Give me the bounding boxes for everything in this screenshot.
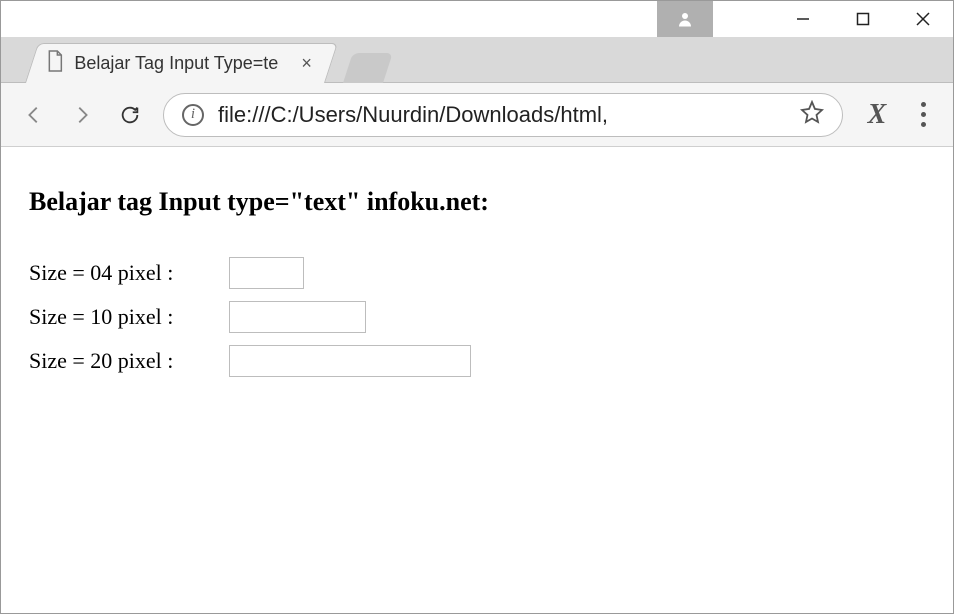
reload-button[interactable] [115,100,145,130]
new-tab-button[interactable] [343,53,393,83]
bookmark-button[interactable] [800,100,824,129]
dot-icon [921,102,926,107]
minimize-button[interactable] [773,1,833,37]
form-row: Size = 10 pixel : [29,301,925,333]
form-row: Size = 04 pixel : [29,257,925,289]
field-label: Size = 20 pixel : [29,348,229,374]
tab-strip: Belajar Tag Input Type=te × [1,37,953,83]
arrow-right-icon [71,104,93,126]
close-window-button[interactable] [893,1,953,37]
field-label: Size = 04 pixel : [29,260,229,286]
back-button[interactable] [19,100,49,130]
field-label: Size = 10 pixel : [29,304,229,330]
maximize-button[interactable] [833,1,893,37]
text-input-size-10[interactable] [229,301,366,333]
text-input-size-4[interactable] [229,257,304,289]
browser-window: Belajar Tag Input Type=te × i file:///C:… [0,0,954,614]
forward-button[interactable] [67,100,97,130]
extension-button[interactable]: X [861,99,893,131]
page-heading: Belajar tag Input type="text" infoku.net… [29,187,925,217]
browser-tab[interactable]: Belajar Tag Input Type=te × [25,43,338,83]
star-icon [800,100,824,124]
user-profile-button[interactable] [657,1,713,37]
document-icon [46,50,64,72]
window-titlebar [1,1,953,37]
tab-title: Belajar Tag Input Type=te [74,53,278,74]
site-info-icon[interactable]: i [182,104,204,126]
page-content: Belajar tag Input type="text" infoku.net… [1,147,953,613]
address-bar[interactable]: i file:///C:/Users/Nuurdin/Downloads/htm… [163,93,843,137]
reload-icon [119,104,141,126]
menu-button[interactable] [911,99,935,131]
minimize-icon [796,12,810,26]
form-row: Size = 20 pixel : [29,345,925,377]
tab-close-button[interactable]: × [298,53,317,74]
close-icon [916,12,930,26]
window-controls [773,1,953,37]
url-text: file:///C:/Users/Nuurdin/Downloads/html, [218,102,786,128]
arrow-left-icon [23,104,45,126]
browser-toolbar: i file:///C:/Users/Nuurdin/Downloads/htm… [1,83,953,147]
page-favicon [46,50,64,77]
dot-icon [921,122,926,127]
text-input-size-20[interactable] [229,345,471,377]
dot-icon [921,112,926,117]
maximize-icon [856,12,870,26]
person-icon [676,10,694,28]
